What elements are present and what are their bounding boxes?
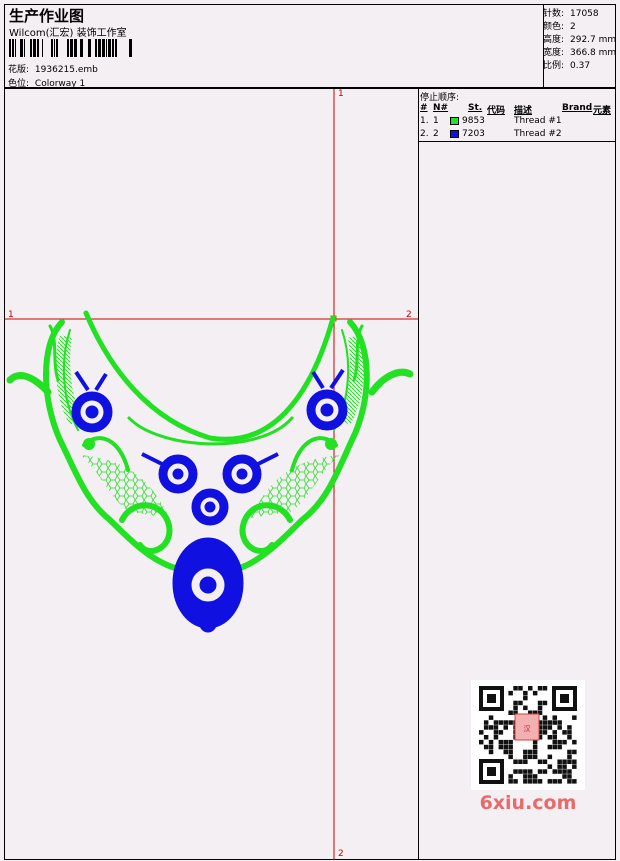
watermark-text: 6xiu.com — [480, 792, 577, 812]
right-green-dot — [325, 438, 337, 450]
svg-text:汉: 汉 — [524, 725, 531, 733]
qr-code-icon: 汉 6xiu.com — [471, 680, 585, 814]
flower-center-left — [141, 452, 198, 494]
qr-watermark: 汉 6xiu.com — [471, 680, 585, 814]
axis-label-right: 2 — [406, 310, 412, 320]
flower-left-top — [71, 370, 113, 433]
flower-bottom-cluster — [172, 537, 244, 633]
flower-center — [191, 488, 229, 526]
flower-center-right — [222, 452, 279, 494]
axis-label-bottom: 2 — [338, 849, 344, 859]
left-green-dot — [83, 438, 95, 450]
flower-right-top — [306, 368, 348, 431]
blue-flower-motifs — [71, 368, 348, 633]
axis-label-top: 1 — [338, 89, 344, 99]
axis-label-left: 1 — [8, 310, 14, 320]
